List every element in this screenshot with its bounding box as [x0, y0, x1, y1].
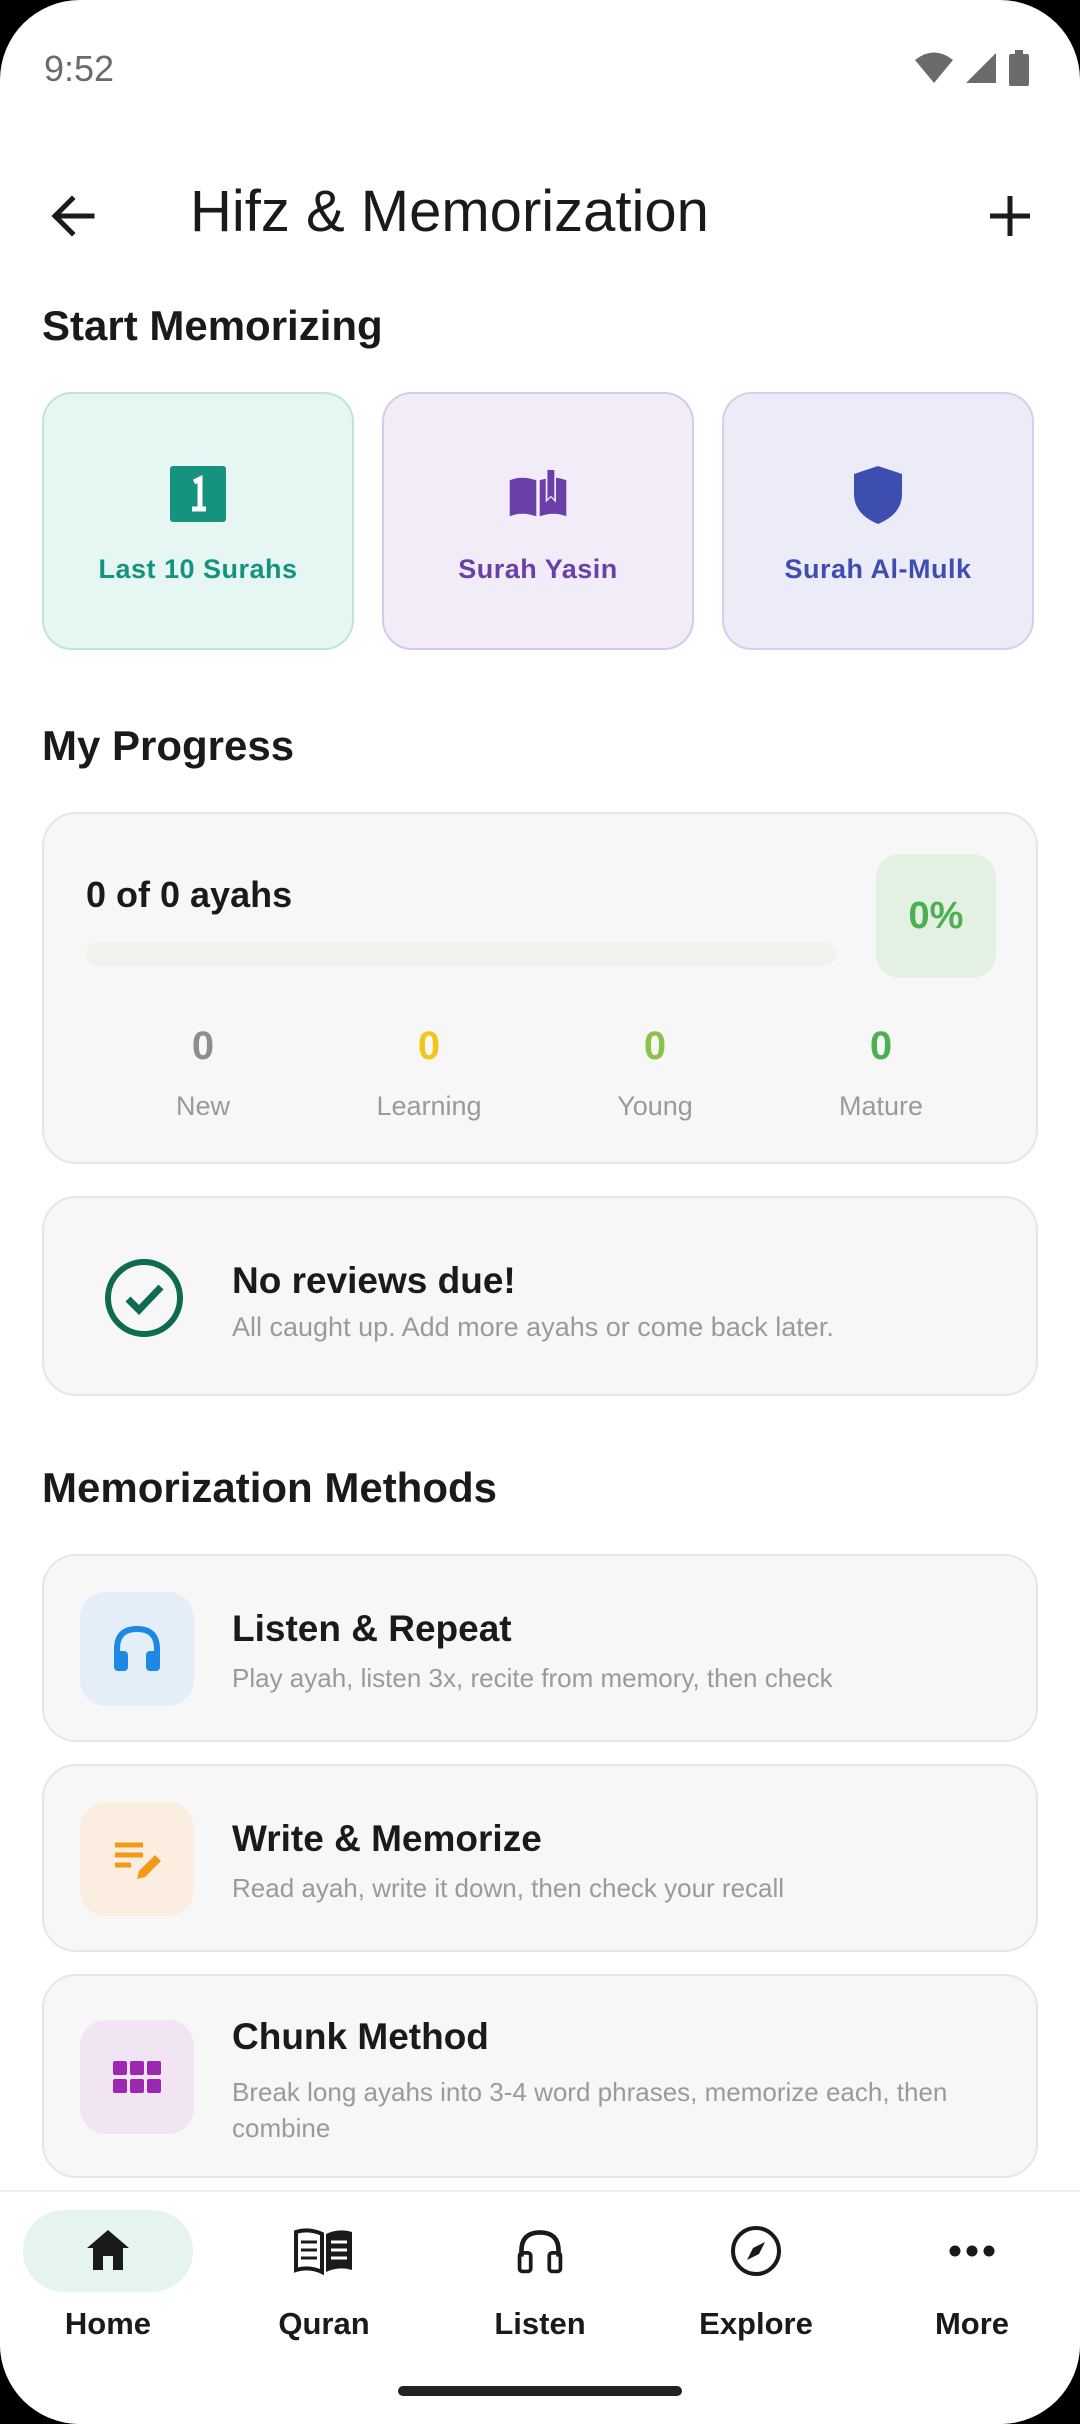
- start-card-label: Last 10 Surahs: [98, 554, 298, 584]
- progress-percent-badge: 0%: [876, 854, 996, 978]
- edit-note-icon: [115, 1842, 161, 1879]
- memorization-methods-heading: Memorization Methods: [42, 1464, 498, 1511]
- nav-icon-wrap: [887, 2210, 1057, 2292]
- reviews-title: No reviews due!: [232, 1260, 516, 1301]
- reviews-card[interactable]: No reviews due! All caught up. Add more …: [42, 1196, 1038, 1396]
- start-memorizing-heading: Start Memorizing: [42, 302, 383, 349]
- stat-label: Mature: [838, 1091, 924, 1121]
- status-icons: [914, 50, 1030, 86]
- wifi-icon: [915, 52, 953, 83]
- start-card-surah-al-mulk[interactable]: Surah Al-Mulk: [722, 392, 1034, 650]
- nav-label: Home: [64, 2306, 152, 2341]
- stat-mature: 0 Mature: [791, 1024, 971, 1122]
- compass-icon: [731, 2226, 781, 2276]
- nav-active-indicator: [23, 2210, 193, 2292]
- stat-learning: 0 Learning: [339, 1024, 519, 1122]
- number-one-icon: [170, 466, 226, 522]
- start-card-label: Surah Yasin: [458, 554, 618, 584]
- home-indicator[interactable]: [398, 2386, 682, 2396]
- stat-value: 0: [417, 1024, 441, 1068]
- progress-card: 0 of 0 ayahs 0% 0 New 0 Learning 0 Young…: [42, 812, 1038, 1164]
- nav-label: More: [934, 2306, 1010, 2341]
- shield-icon: [854, 466, 902, 524]
- stat-label: Learning: [376, 1091, 482, 1121]
- nav-explore[interactable]: Explore: [671, 2210, 841, 2360]
- method-title: Chunk Method: [232, 2016, 489, 2057]
- check-circle-icon: [105, 1259, 183, 1337]
- home-icon: [87, 2230, 129, 2270]
- method-description: Play ayah, listen 3x, recite from memory…: [232, 1663, 833, 1693]
- nav-icon-wrap: [671, 2210, 841, 2292]
- method-listen-repeat[interactable]: Listen & Repeat Play ayah, listen 3x, re…: [42, 1554, 1038, 1742]
- progress-count: 0 of 0 ayahs: [86, 874, 293, 915]
- back-arrow-icon[interactable]: [44, 186, 104, 246]
- signal-icon: [966, 53, 996, 83]
- progress-stats: 0 New 0 Learning 0 Young 0 Mature: [44, 1024, 1040, 1122]
- stat-label: Young: [617, 1091, 693, 1121]
- method-title: Write & Memorize: [232, 1818, 542, 1859]
- headphones-icon: [114, 1625, 160, 1671]
- book-icon: [294, 2228, 352, 2276]
- nav-more[interactable]: More: [887, 2210, 1057, 2360]
- add-icon[interactable]: [980, 186, 1040, 246]
- stat-young: 0 Young: [565, 1024, 745, 1122]
- nav-icon-wrap: [455, 2210, 625, 2292]
- nav-home[interactable]: Home: [23, 2210, 193, 2360]
- method-icon-box: [80, 1802, 194, 1916]
- status-time: 9:52: [44, 48, 115, 89]
- app-bar: Hifz & Memorization: [0, 160, 1080, 270]
- stat-label: New: [175, 1091, 230, 1121]
- method-icon-box: [80, 1592, 194, 1706]
- open-book-icon: [509, 470, 567, 517]
- start-card-surah-yasin[interactable]: Surah Yasin: [382, 392, 694, 650]
- more-horiz-icon: [949, 2245, 995, 2257]
- method-title: Listen & Repeat: [232, 1608, 512, 1649]
- method-write-memorize[interactable]: Write & Memorize Read ayah, write it dow…: [42, 1764, 1038, 1952]
- method-description: Break long ayahs into 3-4 word phrases, …: [232, 2077, 948, 2143]
- method-icon-box: [80, 2020, 194, 2134]
- progress-bar: [86, 942, 836, 966]
- nav-quran[interactable]: Quran: [239, 2210, 409, 2360]
- start-cards-row: Last 10 Surahs Surah Yasin Surah Al-Mulk: [42, 392, 1042, 654]
- page-title: Hifz & Memorization: [190, 179, 709, 244]
- nav-label: Quran: [278, 2306, 370, 2341]
- grid-icon: [113, 2061, 161, 2093]
- stat-value: 0: [191, 1024, 215, 1068]
- start-card-label: Surah Al-Mulk: [784, 554, 972, 584]
- stat-value: 0: [869, 1024, 893, 1068]
- screen: 9:52 Hifz & Memorization Start Memorizin…: [0, 0, 1080, 2424]
- headphones-icon: [517, 2230, 563, 2274]
- battery-icon: [1009, 50, 1029, 86]
- stat-new: 0 New: [113, 1024, 293, 1122]
- method-chunk[interactable]: Chunk Method Break long ayahs into 3-4 w…: [42, 1974, 1038, 2178]
- status-bar: 9:52: [0, 0, 1080, 140]
- nav-label: Listen: [494, 2306, 586, 2341]
- method-description: Read ayah, write it down, then check you…: [232, 1873, 785, 1903]
- nav-icon-wrap: [239, 2210, 409, 2292]
- start-card-last-10-surahs[interactable]: Last 10 Surahs: [42, 392, 354, 650]
- stat-value: 0: [643, 1024, 667, 1068]
- my-progress-heading: My Progress: [42, 722, 295, 769]
- nav-label: Explore: [699, 2306, 813, 2341]
- reviews-subtitle: All caught up. Add more ayahs or come ba…: [232, 1312, 834, 1342]
- nav-listen[interactable]: Listen: [455, 2210, 625, 2360]
